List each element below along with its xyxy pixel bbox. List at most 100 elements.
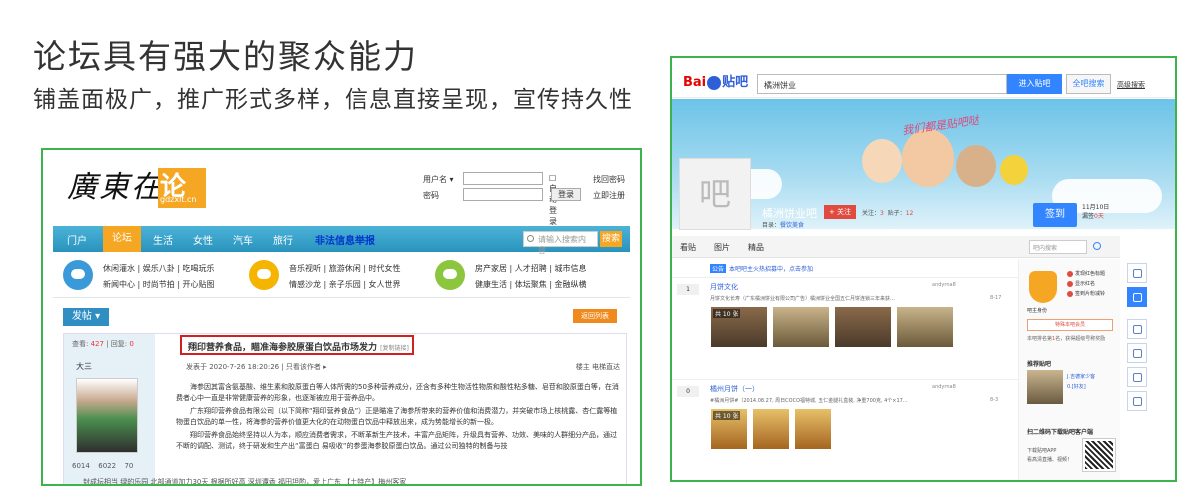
recommended-bar-link[interactable]: J.吉德家少客 xyxy=(1067,372,1095,382)
posts-label: 贴子： xyxy=(887,210,906,217)
share-icon xyxy=(1133,349,1142,358)
forum-logo-badge[interactable]: 论坛 gdzxlt.cn xyxy=(158,168,206,239)
enter-bar-button[interactable]: 进入贴吧 xyxy=(1007,74,1062,94)
thread-image[interactable]: 共 10 张 xyxy=(710,408,748,450)
follow-button[interactable]: + 关注 xyxy=(824,205,856,219)
recommended-bar-link[interactable]: 0.[好友] xyxy=(1067,382,1095,392)
app-line: 看高清直播、视频！ xyxy=(1027,457,1073,463)
bar-avatar[interactable]: 吧 xyxy=(679,158,751,230)
member-button[interactable]: 特殊本吧会员 xyxy=(1027,319,1113,331)
search-all-bars-button[interactable]: 全吧搜索 xyxy=(1066,74,1111,94)
floor-jump[interactable]: 楼主 电梯直达 xyxy=(576,362,620,372)
post-paragraph: 广东翔印营养食品有限公司（以下简称“翔印营养食品”）正是瞄准了海参所带来的营养价… xyxy=(176,407,618,426)
advanced-search-link[interactable]: 高级搜索 xyxy=(1117,80,1145,90)
rail-refresh-button[interactable] xyxy=(1127,319,1147,339)
post-paragraph: 海参因其富含氨基酸、维生素和胶原蛋白等人体所需的50多种营养成分，还含有多种生物… xyxy=(176,383,619,402)
username-input[interactable] xyxy=(463,172,543,185)
crown-icon xyxy=(1029,271,1057,303)
post-count: 12 xyxy=(905,210,914,217)
nav-women[interactable]: 女性 xyxy=(193,232,213,247)
rail-share-button[interactable] xyxy=(1127,343,1147,363)
alert-icon xyxy=(1133,397,1142,406)
directory-label: 目录： xyxy=(762,222,781,229)
thread-author[interactable]: andyrna8 xyxy=(932,384,956,390)
category-row[interactable]: 健康生活 | 体坛聚焦 | 金融纵横 xyxy=(475,279,587,290)
nav-auto[interactable]: 汽车 xyxy=(233,232,253,247)
tab-threads[interactable]: 看贴 xyxy=(680,242,696,253)
password-input[interactable] xyxy=(463,188,543,201)
author-column: 查看: 427 | 回复: 0 大三 6014 6022 70 xyxy=(64,334,155,484)
privilege-item: 显示红名 xyxy=(1075,281,1096,287)
post-meta[interactable]: 发表于 2020-7-26 18:20:26 | 只看该作者 ▸ xyxy=(186,362,327,372)
recommended-bar-image[interactable] xyxy=(1027,370,1063,404)
author-avatar[interactable] xyxy=(76,378,138,453)
rail-bookmark-button[interactable] xyxy=(1127,263,1147,283)
thread-title[interactable]: 橘州月饼（一） xyxy=(710,384,759,394)
refresh-icon xyxy=(1133,325,1142,334)
rail-post-button[interactable] xyxy=(1127,287,1147,307)
author-name[interactable]: 大三 xyxy=(76,361,92,372)
thread-image[interactable] xyxy=(834,306,892,348)
forum-footer-links[interactable]: 封成坛相当 绿的乐园 北部通道加力30天 根据所好高 深圳谭香 福田坦酌，爱上广… xyxy=(83,477,640,484)
cartoon-character xyxy=(956,145,996,187)
category-row[interactable]: 休闲灌水 | 娱乐八卦 | 吃喝玩乐 xyxy=(103,263,215,274)
baidu-tieba-logo[interactable]: Bai 贴吧 xyxy=(683,71,748,90)
category-grid: 休闲灌水 | 娱乐八卦 | 吃喝玩乐 新闻中心 | 时尚节拍 | 开心贴图 音乐… xyxy=(53,254,630,298)
thread-list: 公告 本吧吧主火热招募中，点击参加 1 月饼文化 月饼文化长寿（广东橘洲饼业有限公… xyxy=(672,259,1018,480)
copy-link[interactable]: [复制链接] xyxy=(380,345,409,352)
bar-notice[interactable]: 公告 本吧吧主火热招募中，点击参加 xyxy=(710,264,813,273)
nav-report[interactable]: 非法信息举报 xyxy=(315,232,375,247)
nav-portal[interactable]: 门户 xyxy=(67,232,87,247)
nav-life[interactable]: 生活 xyxy=(153,232,173,247)
views-count: 427 xyxy=(90,340,104,348)
thread-row[interactable]: 0 橘州月饼（一） #橘洲月饼#（2014.08.27, 周日COCO福特城, … xyxy=(672,379,1018,459)
thread-image[interactable]: 共 10 张 xyxy=(710,306,768,348)
reply-count: 1 xyxy=(677,284,699,295)
views-label: 查看: xyxy=(72,340,89,348)
category-row[interactable]: 情感沙龙 | 亲子乐园 | 女人世界 xyxy=(289,279,401,290)
username-label[interactable]: 用户名 ▾ xyxy=(423,174,463,185)
back-to-list-button[interactable]: 返回列表 xyxy=(573,309,617,323)
thread-author[interactable]: andyrna8 xyxy=(932,282,956,288)
replies-count: 0 xyxy=(129,340,134,348)
bar-counts: 关注：3 贴子：12 xyxy=(862,208,913,217)
thread-image[interactable] xyxy=(752,408,790,450)
directory-link[interactable]: 餐饮美食 xyxy=(780,222,804,229)
category-row[interactable]: 音乐视听 | 旅游休闲 | 时代女性 xyxy=(289,263,401,274)
category-row[interactable]: 新闻中心 | 时尚节拍 | 开心贴图 xyxy=(103,279,215,290)
find-password-link[interactable]: 找回密码 xyxy=(593,174,625,185)
ranking-suffix: 名，获得超级号称奖励 xyxy=(1055,336,1106,342)
tab-featured[interactable]: 精品 xyxy=(748,242,764,253)
thread-row[interactable]: 1 月饼文化 月饼文化长寿（广东橘洲饼业有限公司广告）橘洲饼业全国五仁月饼连锁三… xyxy=(672,277,1018,365)
page-headline: 论坛具有强大的聚众能力 xyxy=(33,37,418,76)
category-row[interactable]: 房产家居 | 人才招聘 | 城市信息 xyxy=(475,263,587,274)
rail-report-button[interactable] xyxy=(1127,391,1147,411)
login-button[interactable]: 登录 xyxy=(551,188,581,201)
tieba-search-input[interactable]: 橘洲饼业 xyxy=(757,74,1007,94)
bar-search-input[interactable]: 吧内搜索 xyxy=(1029,240,1087,254)
register-link[interactable]: 立即注册 xyxy=(593,190,625,201)
search-icon[interactable] xyxy=(1093,242,1101,250)
post-paragraph: 翔印营养食品始终坚持以人为本，顺应消费者需求，不断革新生产技术，丰富产品矩阵，升… xyxy=(176,431,617,450)
sign-in-button[interactable]: 签到 xyxy=(1033,203,1077,227)
sign-in-date: 11月10日 漏签0天 xyxy=(1082,203,1109,221)
bar-name: 橘洲饼业吧 xyxy=(762,207,817,220)
music-icon xyxy=(249,260,279,290)
missed-days: 0天 xyxy=(1094,213,1104,220)
cartoon-character xyxy=(902,129,954,187)
nav-forum[interactable]: 论坛 xyxy=(103,226,141,252)
privilege-icon xyxy=(1067,270,1073,277)
rail-favorite-button[interactable] xyxy=(1127,367,1147,387)
tab-pictures[interactable]: 图片 xyxy=(714,242,730,253)
qr-code[interactable] xyxy=(1082,438,1116,472)
nav-travel[interactable]: 旅行 xyxy=(273,232,293,247)
thread-title[interactable]: 月饼文化 xyxy=(710,282,738,292)
new-post-button[interactable]: 发帖 ▾ xyxy=(63,308,109,326)
recommended-bars-heading: 推荐贴吧 xyxy=(1027,361,1052,368)
image-count-label: 共 10 张 xyxy=(713,411,741,420)
forum-search-button[interactable]: 搜索 xyxy=(600,231,622,247)
thread-image[interactable] xyxy=(772,306,830,348)
forum-search-input[interactable]: 请输入搜索内容 xyxy=(523,231,598,255)
thread-image[interactable] xyxy=(896,306,954,348)
thread-image[interactable] xyxy=(794,408,832,450)
